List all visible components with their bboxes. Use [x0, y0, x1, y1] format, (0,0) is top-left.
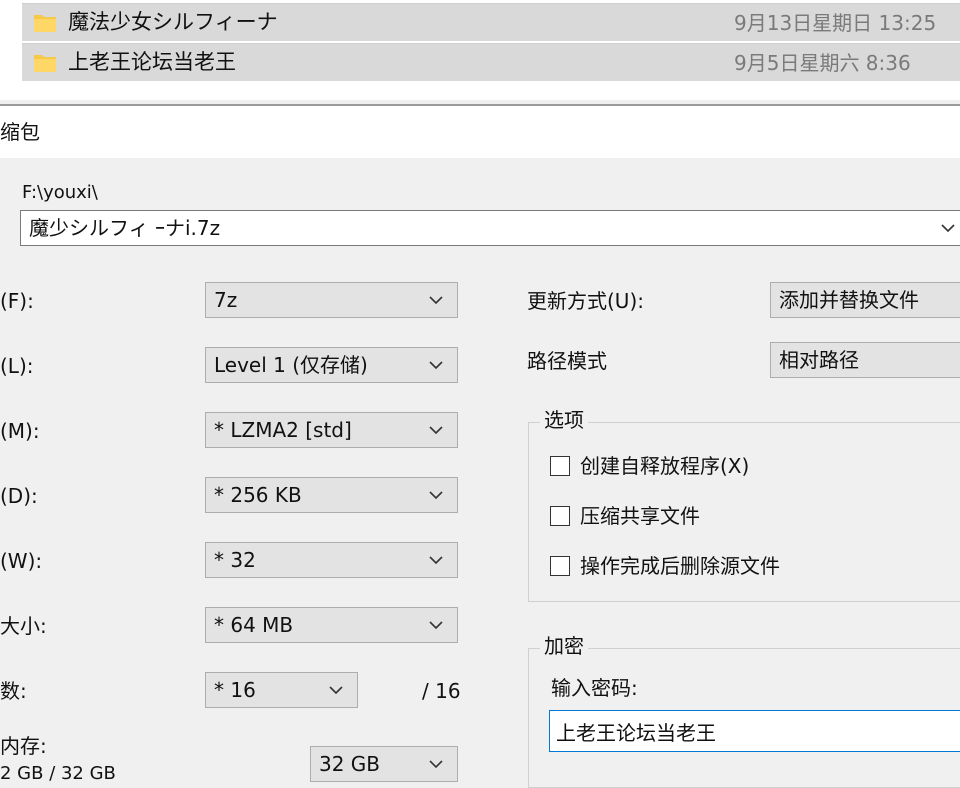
options-group-title: 选项: [540, 408, 588, 432]
title-bar[interactable]: 缩包: [0, 106, 960, 158]
compress-shared-label: 压缩共享文件: [580, 504, 700, 528]
chevron-down-icon: [425, 753, 447, 775]
solid-block-size-label: 大小:: [0, 614, 47, 638]
compression-method-value: * LZMA2 [std]: [214, 418, 352, 442]
encryption-group-title: 加密: [540, 634, 588, 658]
password-label: 输入密码:: [551, 676, 638, 700]
solid-block-size-value: * 64 MB: [214, 613, 294, 637]
word-size-select[interactable]: * 32: [205, 542, 458, 578]
chevron-down-icon: [425, 354, 447, 376]
archive-name-combo[interactable]: 魔少シルフィ ｰナi.7z: [20, 210, 960, 246]
chevron-down-icon: [325, 679, 347, 701]
archive-format-select[interactable]: 7z: [205, 282, 458, 318]
add-to-archive-dialog: 缩包 F:\youxi\ 魔少シルフィ ｰナi.7z (F): 7z (L): …: [0, 104, 960, 788]
update-mode-select[interactable]: 添加并替换文件: [770, 282, 960, 318]
memory-label: 内存:: [0, 734, 47, 758]
path-mode-label: 路径模式: [527, 349, 607, 373]
word-size-value: * 32: [214, 548, 256, 572]
folder-icon: [34, 52, 56, 72]
archive-format-value: 7z: [214, 288, 238, 312]
chevron-down-icon: [425, 549, 447, 571]
path-mode-select[interactable]: 相对路径: [770, 342, 960, 378]
memory-usage-text: 2 GB / 32 GB: [0, 763, 116, 784]
compression-level-value: Level 1 (仅存储): [214, 353, 368, 377]
path-mode-value: 相对路径: [779, 348, 859, 372]
chevron-down-icon[interactable]: [937, 217, 959, 239]
delete-after-label: 操作完成后删除源文件: [580, 554, 780, 578]
compress-shared-checkbox[interactable]: [550, 506, 570, 526]
cpu-threads-value: * 16: [214, 678, 256, 702]
delete-after-checkbox[interactable]: [550, 556, 570, 576]
file-date: 9月13日星期日 13:25: [734, 11, 937, 35]
update-mode-label: 更新方式(U):: [527, 289, 644, 313]
archive-name-value: 魔少シルフィ ｰナi.7z: [29, 216, 221, 240]
word-size-label: (W):: [0, 549, 43, 573]
threads-max: / 16: [422, 679, 461, 703]
dialog-title: 缩包: [0, 120, 40, 144]
file-name: 上老王论坛当老王: [68, 50, 236, 74]
file-row[interactable]: 上老王论坛当老王 9月5日星期六 8:36: [22, 43, 960, 81]
dictionary-size-value: * 256 KB: [214, 483, 302, 507]
compression-method-select[interactable]: * LZMA2 [std]: [205, 412, 458, 448]
chevron-down-icon: [425, 289, 447, 311]
memory-limit-value: 32 GB: [319, 752, 381, 776]
folder-icon: [34, 12, 56, 32]
format-label: (F):: [0, 289, 34, 313]
dictionary-size-select[interactable]: * 256 KB: [205, 477, 458, 513]
dictionary-label: (D):: [0, 484, 38, 508]
chevron-down-icon: [425, 484, 447, 506]
archive-path: F:\youxi\: [22, 182, 98, 203]
create-sfx-label: 创建自释放程序(X): [580, 454, 750, 478]
chevron-down-icon: [425, 614, 447, 636]
solid-block-size-select[interactable]: * 64 MB: [205, 607, 458, 643]
file-list: 魔法少女シルフィーナ 9月13日星期日 13:25 上老王论坛当老王 9月5日星…: [0, 0, 960, 100]
create-sfx-checkbox[interactable]: [550, 456, 570, 476]
file-row[interactable]: 魔法少女シルフィーナ 9月13日星期日 13:25: [22, 3, 960, 41]
method-label: (M):: [0, 419, 40, 443]
file-date: 9月5日星期六 8:36: [734, 51, 911, 75]
threads-label: 数:: [0, 679, 27, 703]
chevron-down-icon: [425, 419, 447, 441]
memory-limit-select[interactable]: 32 GB: [310, 746, 458, 782]
password-input[interactable]: [549, 710, 960, 752]
update-mode-value: 添加并替换文件: [779, 288, 919, 312]
level-label: (L):: [0, 354, 34, 378]
compression-level-select[interactable]: Level 1 (仅存储): [205, 347, 458, 383]
cpu-threads-select[interactable]: * 16: [205, 672, 358, 708]
file-name: 魔法少女シルフィーナ: [68, 10, 278, 34]
